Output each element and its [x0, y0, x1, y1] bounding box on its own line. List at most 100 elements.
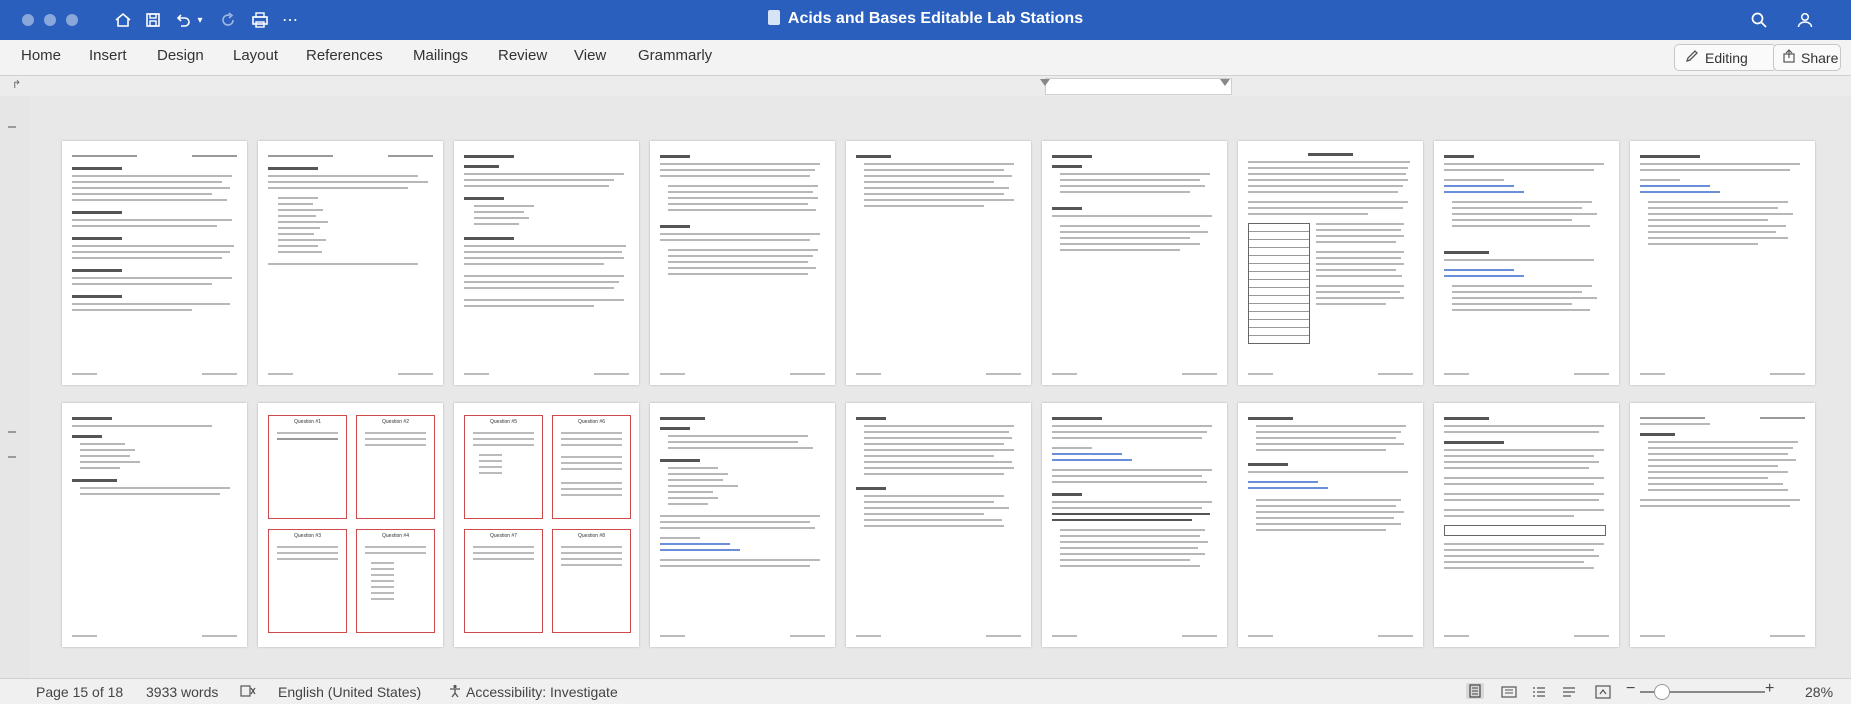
text-line [278, 215, 316, 217]
question-card[interactable]: Question #4 [356, 529, 435, 633]
tab-view[interactable]: View [574, 47, 606, 64]
account-icon[interactable] [1793, 8, 1817, 32]
accessibility-status[interactable]: Accessibility: Investigate [466, 684, 618, 700]
text-line [660, 175, 810, 177]
share-button[interactable]: Share [1773, 44, 1841, 71]
document-page[interactable] [1630, 403, 1815, 647]
text-line [479, 472, 502, 474]
document-page[interactable] [1434, 403, 1619, 647]
document-page-question-cards[interactable]: Question #1 Question #2 Question #3 Ques… [258, 403, 443, 647]
zoom-level[interactable]: 28% [1805, 684, 1833, 700]
text-line [1052, 481, 1207, 483]
document-page[interactable] [650, 141, 835, 385]
text-line [1256, 437, 1396, 439]
tab-insert[interactable]: Insert [89, 47, 127, 64]
question-card[interactable]: Question #6 [552, 415, 631, 519]
language[interactable]: English (United States) [278, 684, 421, 700]
document-page[interactable] [454, 141, 639, 385]
document-page[interactable] [1434, 141, 1619, 385]
tab-home[interactable]: Home [21, 47, 61, 64]
text-line [479, 466, 502, 468]
zoom-slider-thumb[interactable] [1654, 684, 1670, 700]
text-line [1060, 237, 1190, 239]
document-page[interactable] [1630, 141, 1815, 385]
question-card[interactable]: Question #2 [356, 415, 435, 519]
tab-mailings[interactable]: Mailings [413, 47, 468, 64]
text-line [1444, 179, 1504, 181]
document-canvas[interactable]: Question #1 Question #2 Question #3 Ques… [30, 96, 1851, 678]
question-card-title: Question #6 [578, 419, 605, 425]
web-layout-view-icon[interactable] [1500, 684, 1518, 703]
document-page[interactable] [258, 141, 443, 385]
text-line [1248, 167, 1408, 169]
tab-grammarly[interactable]: Grammarly [638, 47, 712, 64]
text-line [1248, 201, 1408, 203]
right-indent-marker[interactable] [1220, 79, 1230, 86]
question-card[interactable]: Question #7 [464, 529, 543, 633]
text-line [1452, 309, 1590, 311]
text-line [1256, 529, 1386, 531]
page-heading [1308, 153, 1353, 156]
page-heading [72, 237, 122, 240]
document-page[interactable] [62, 141, 247, 385]
question-card[interactable]: Question #5 [464, 415, 543, 519]
document-page[interactable] [846, 403, 1031, 647]
tab-design[interactable]: Design [157, 47, 204, 64]
word-count[interactable]: 3933 words [146, 684, 218, 700]
text-line [1256, 431, 1401, 433]
page-heading [72, 211, 122, 214]
zoom-out-button[interactable]: − [1626, 680, 1635, 698]
document-page[interactable] [846, 141, 1031, 385]
page-heading [72, 435, 102, 438]
tab-stop-icon[interactable]: ↱ [12, 78, 21, 91]
share-icon [1782, 49, 1796, 66]
text-line [660, 559, 820, 561]
text-line [1316, 257, 1401, 259]
focus-icon[interactable] [1594, 684, 1612, 703]
search-icon[interactable] [1747, 8, 1771, 32]
text-line [864, 455, 994, 457]
page-header-line [268, 155, 333, 157]
document-page[interactable] [1238, 141, 1423, 385]
document-page[interactable] [62, 403, 247, 647]
text-line [464, 185, 609, 187]
page-footer [1052, 635, 1077, 637]
page-count[interactable]: Page 15 of 18 [36, 684, 123, 700]
horizontal-ruler[interactable] [1040, 78, 1232, 95]
text-line [561, 564, 622, 566]
document-page[interactable] [1238, 403, 1423, 647]
link-line [1052, 459, 1132, 461]
text-line [1060, 547, 1198, 549]
question-card[interactable]: Question #3 [268, 529, 347, 633]
question-card[interactable]: Question #1 [268, 415, 347, 519]
text-line [72, 175, 232, 177]
document-page-question-cards[interactable]: Question #5 Question #6 Question #7 Ques… [454, 403, 639, 647]
editing-mode-button[interactable]: Editing [1674, 44, 1777, 71]
draft-view-icon[interactable] [1560, 684, 1578, 703]
text-line [80, 487, 230, 489]
page-header-line [1760, 417, 1805, 419]
left-indent-marker[interactable] [1040, 79, 1050, 86]
text-line [561, 468, 622, 470]
text-line [561, 482, 622, 484]
question-card[interactable]: Question #8 [552, 529, 631, 633]
text-line [1316, 223, 1404, 225]
tab-layout[interactable]: Layout [233, 47, 278, 64]
claim-table [1444, 525, 1606, 536]
tab-review[interactable]: Review [498, 47, 547, 64]
print-layout-view-icon[interactable] [1466, 683, 1484, 699]
tab-references[interactable]: References [306, 47, 383, 64]
accessibility-icon[interactable] [448, 684, 462, 701]
text-line [1648, 471, 1788, 473]
outline-view-icon[interactable] [1530, 684, 1548, 703]
proofing-icon[interactable] [240, 684, 256, 701]
text-line [268, 175, 418, 177]
page-header-line [1640, 417, 1705, 419]
document-page[interactable] [1042, 403, 1227, 647]
text-line [1052, 431, 1207, 433]
document-page[interactable] [1042, 141, 1227, 385]
document-page[interactable] [650, 403, 835, 647]
text-line [473, 438, 534, 440]
page-footer [202, 635, 237, 637]
zoom-in-button[interactable]: + [1765, 680, 1774, 698]
